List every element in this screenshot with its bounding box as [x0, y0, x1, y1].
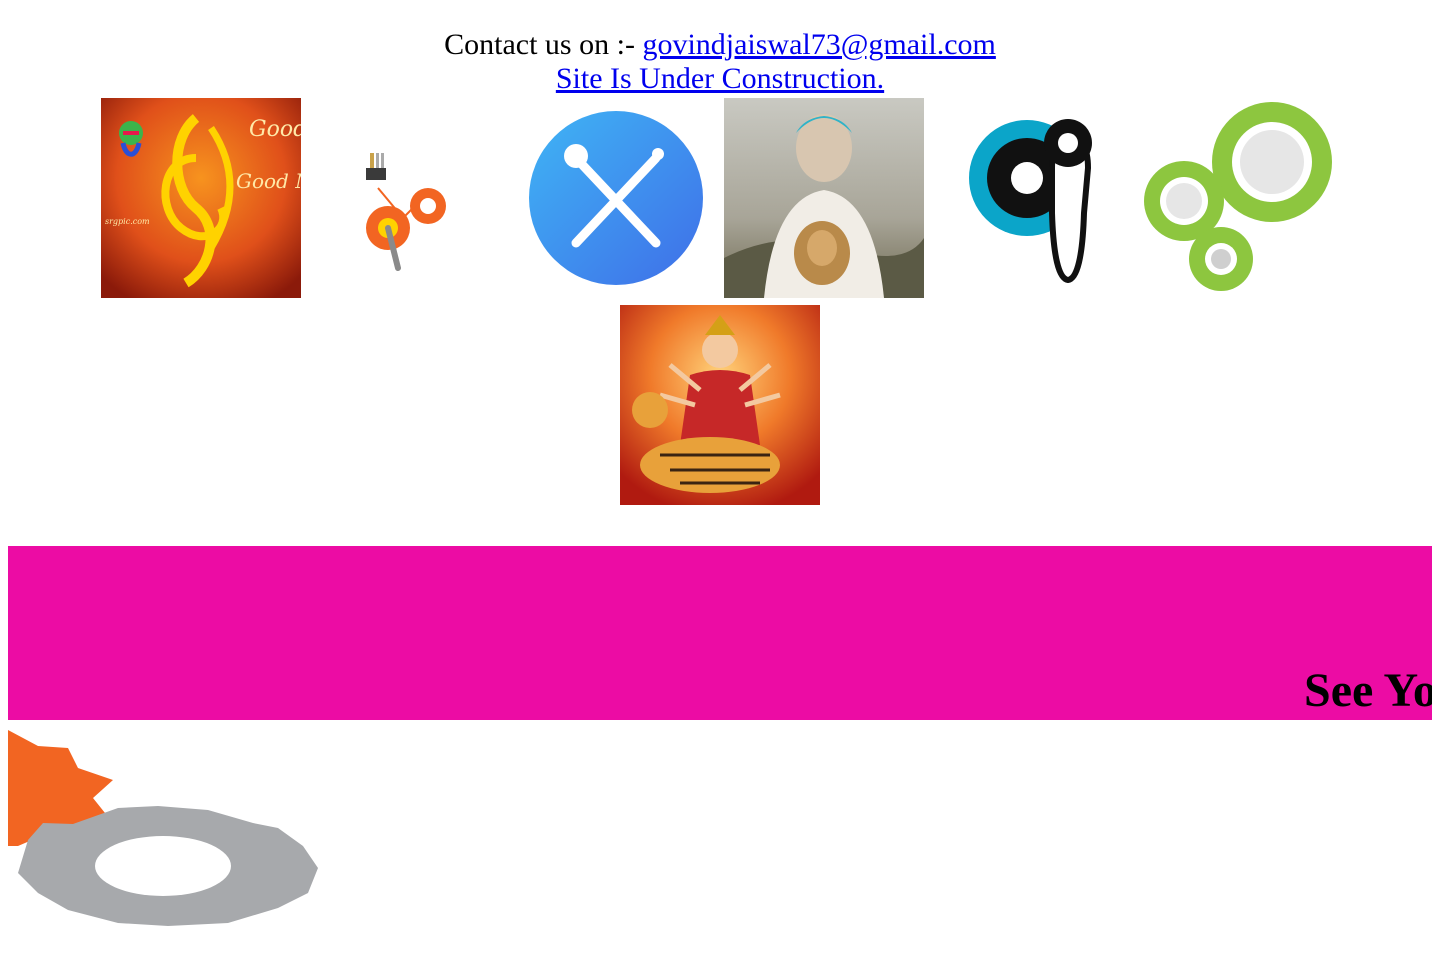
tools-gears-image: [308, 98, 508, 298]
construction-line: Site Is Under Construction.: [0, 62, 1440, 96]
green-gears-image: [1139, 98, 1339, 298]
contact-header: Contact us on :- govindjaiswal73@gmail.c…: [0, 28, 1440, 96]
morning-text: Good Morning: [236, 169, 301, 193]
good-text: Good: [249, 117, 301, 142]
gear-wrench-icon-image: [932, 98, 1132, 298]
good-morning-ganesha-image: Good Good Morning srgpic.com: [101, 98, 301, 298]
wrench-screwdriver-app-image: [516, 98, 716, 298]
person-with-lion-photo: [724, 98, 924, 298]
marquee-text: See Yo: [1304, 664, 1432, 717]
watermark-text: srgpic.com: [105, 217, 150, 226]
gear-graphic-image: [8, 728, 320, 928]
durga-on-tiger-image: [620, 305, 820, 505]
contact-line: Contact us on :- govindjaiswal73@gmail.c…: [0, 28, 1440, 62]
construction-notice-link[interactable]: Site Is Under Construction.: [556, 62, 884, 95]
contact-email-link[interactable]: govindjaiswal73@gmail.com: [642, 28, 995, 61]
contact-prefix: Contact us on :-: [444, 28, 643, 61]
marquee-banner: See Yo: [8, 546, 1432, 720]
